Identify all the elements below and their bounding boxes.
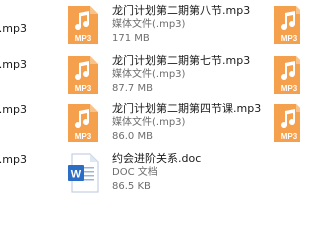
svg-text:MP3: MP3 <box>75 84 92 93</box>
file-name: 节.mp3 <box>0 22 27 35</box>
svg-text:MP3: MP3 <box>75 34 92 43</box>
word-doc-icon: W <box>66 152 100 194</box>
file-size: 87.7 MB <box>112 83 153 94</box>
mp3-icon: MP3 <box>66 54 100 96</box>
mp3-icon[interactable]: MP3 <box>272 4 300 46</box>
mp3-icon[interactable]: MP3 <box>272 102 300 144</box>
file-browser-view: 节.mp3 节.mp3 节.mp3 节.mp3 MP3 龙门计划第二期第八节.m… <box>0 0 300 200</box>
file-size: 86.0 MB <box>112 131 153 142</box>
file-size: 171 MB <box>112 33 150 44</box>
svg-text:MP3: MP3 <box>281 84 298 93</box>
file-size: 86.5 KB <box>112 181 151 192</box>
file-name: 龙门计划第二期第七节.mp3 <box>112 54 251 67</box>
file-item[interactable]: MP3 龙门计划第二期第八节.mp3 媒体文件(.mp3) 171 MB <box>66 4 256 50</box>
mp3-icon: MP3 <box>66 102 100 144</box>
svg-text:W: W <box>71 169 82 181</box>
file-item[interactable]: 节.mp3 <box>0 58 40 102</box>
file-type: 媒体文件(.mp3) <box>112 19 186 30</box>
file-name: 节.mp3 <box>0 58 27 71</box>
file-item[interactable]: W 约会进阶关系.doc DOC 文档 86.5 KB <box>66 152 256 198</box>
file-name: 节.mp3 <box>0 103 27 116</box>
file-item[interactable]: 节.mp3 <box>0 103 40 147</box>
file-item[interactable]: MP3 龙门计划第二期第四节课.mp3 媒体文件(.mp3) 86.0 MB <box>66 102 261 148</box>
svg-text:MP3: MP3 <box>281 132 298 141</box>
file-item[interactable]: MP3 龙门计划第二期第七节.mp3 媒体文件(.mp3) 87.7 MB <box>66 54 256 100</box>
file-name: 节.mp3 <box>0 153 27 166</box>
file-name: 约会进阶关系.doc <box>112 152 202 165</box>
file-type: 媒体文件(.mp3) <box>112 69 186 80</box>
file-type: 媒体文件(.mp3) <box>112 117 186 128</box>
mp3-icon: MP3 <box>66 4 100 46</box>
file-type: DOC 文档 <box>112 167 158 178</box>
svg-text:MP3: MP3 <box>281 34 298 43</box>
file-name: 龙门计划第二期第八节.mp3 <box>112 4 251 17</box>
mp3-icon[interactable]: MP3 <box>272 54 300 96</box>
file-name: 龙门计划第二期第四节课.mp3 <box>112 102 262 115</box>
svg-text:MP3: MP3 <box>75 132 92 141</box>
file-item[interactable]: 节.mp3 <box>0 153 40 197</box>
